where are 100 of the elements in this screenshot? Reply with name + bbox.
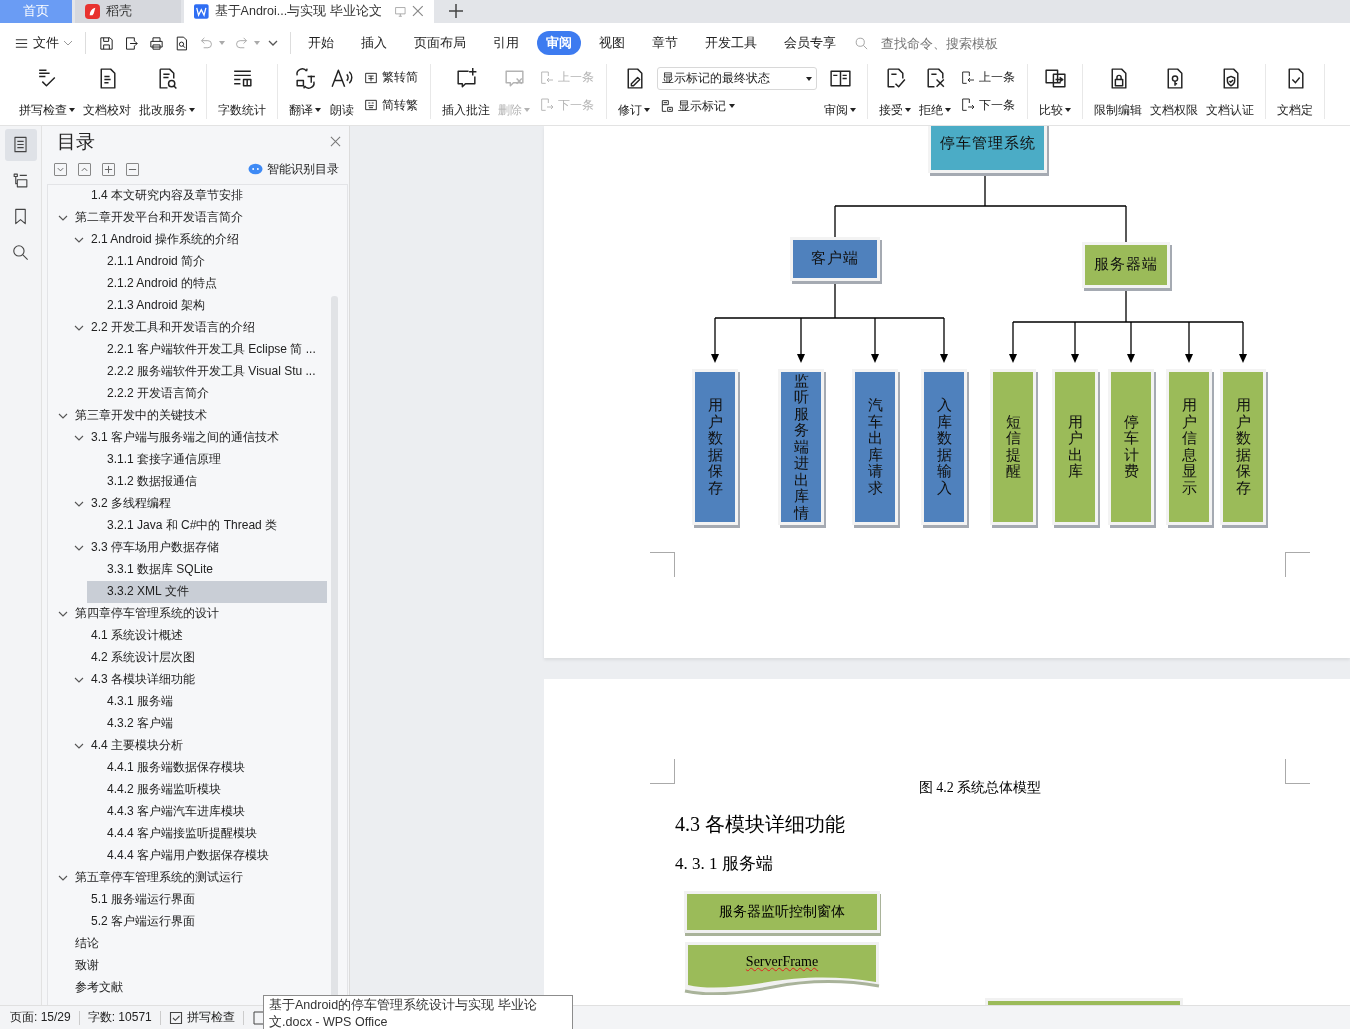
toc-item[interactable]: 3.1.2 数据报通信	[87, 470, 327, 493]
toc-item[interactable]: 3.3.1 数据库 SQLite	[87, 558, 327, 581]
ribbon-button[interactable]: 文档校对	[79, 63, 135, 119]
toc-item[interactable]: 5.1 服务端运行界面	[71, 888, 327, 911]
chevron-icon[interactable]	[74, 323, 84, 332]
toc-item[interactable]: 3.2 多线程编程	[71, 492, 327, 515]
close-icon[interactable]	[330, 136, 341, 148]
table-of-contents-icon	[11, 135, 30, 155]
toc-item[interactable]: 3.1.1 套接字通信原理	[87, 448, 327, 471]
sidebar-tool[interactable]	[4, 128, 37, 161]
toc-item[interactable]: 4.3 各模块详细功能	[71, 668, 327, 691]
ribbon-button[interactable]: 翻译	[285, 63, 325, 119]
ribbon-button[interactable]: 插入批注	[438, 63, 494, 119]
toc-item[interactable]: 4.4.3 客户端汽车进库模块	[87, 800, 327, 823]
close-icon[interactable]	[412, 5, 424, 18]
search-field[interactable]: 查找命令、搜索模板	[879, 34, 1033, 52]
toc-item[interactable]: 4.4.4 客户端接监听提醒模块	[87, 822, 327, 845]
ribbon-tab[interactable]: 审阅	[537, 31, 581, 56]
toc-item[interactable]: 4.4.4 客户端用户数据保存模块	[87, 844, 327, 867]
add-level-icon	[104, 164, 113, 174]
toc-item[interactable]: 2.1.3 Android 架构	[87, 294, 327, 317]
file-menu[interactable]: 文件	[10, 31, 77, 56]
diagram-node: 用户数据保存	[1220, 368, 1266, 525]
add-level-button[interactable]	[102, 162, 115, 176]
ribbon-button[interactable]: 修订	[614, 63, 654, 119]
toc-item[interactable]: 2.2.2 开发语言简介	[87, 382, 327, 405]
ribbon-tab[interactable]: 视图	[590, 31, 634, 56]
ribbon-button[interactable]: 简转繁	[361, 95, 420, 115]
browser-tab[interactable]: 基于Androi...与实现 毕业论文	[184, 0, 434, 23]
toc-item[interactable]: 致谢	[55, 954, 327, 977]
toc-item[interactable]: 4.3.2 客户端	[87, 712, 327, 735]
spell-check-toggle[interactable]: 拼写检查	[168, 1009, 235, 1026]
ribbon-button[interactable]: 比较	[1035, 63, 1075, 119]
ribbon-tab[interactable]: 开始	[299, 31, 343, 56]
next-icon	[539, 97, 555, 114]
ribbon-button[interactable]: 朗读	[325, 63, 358, 119]
toc-item[interactable]: 4.4 主要模块分析	[71, 734, 327, 757]
ribbon-tab[interactable]: 页面布局	[405, 31, 475, 56]
chevron-icon[interactable]	[74, 235, 84, 244]
ribbon-button[interactable]: 文档权限	[1146, 63, 1202, 119]
toc-item[interactable]: 第五章停车管理系统的测试运行	[55, 866, 327, 889]
ribbon-button[interactable]: 字数统计	[214, 63, 270, 119]
ribbon-button[interactable]: 限制编辑	[1090, 63, 1146, 119]
toc-item[interactable]: 4.4.1 服务端数据保存模块	[87, 756, 327, 779]
arrow	[940, 317, 948, 363]
toc-item[interactable]: 2.1.1 Android 简介	[87, 250, 327, 273]
toc-item[interactable]: 2.1.2 Android 的特点	[87, 272, 327, 295]
browser-tab[interactable]: 稻壳	[75, 0, 181, 23]
chevron-icon[interactable]	[58, 609, 68, 618]
collapse-button[interactable]	[54, 162, 67, 176]
toc-item[interactable]: 3.1 客户端与服务端之间的通信技术	[71, 426, 327, 449]
chevron-icon[interactable]	[58, 411, 68, 420]
smart-toc-button[interactable]: 智能识别目录	[248, 160, 339, 178]
toc-item[interactable]: 参考文献	[55, 976, 327, 999]
toc-item[interactable]: 3.3 停车场用户数据存储	[71, 536, 327, 559]
ribbon-button[interactable]: 文档定	[1273, 63, 1317, 119]
chevron-icon[interactable]	[74, 741, 84, 750]
ribbon-button[interactable]: 批改服务	[135, 63, 199, 119]
toc-item[interactable]: 2.2 开发工具和开发语言的介绍	[71, 316, 327, 339]
toc-item[interactable]: 4.4.2 服务端监听模块	[87, 778, 327, 801]
caret-icon	[905, 108, 911, 113]
toc-item[interactable]: 2.2.1 客户端软件开发工具 Eclipse 简 ...	[87, 338, 327, 361]
toc-item[interactable]: 4.3.1 服务端	[87, 690, 327, 713]
toc-item[interactable]: 4.2 系统设计层次图	[71, 646, 327, 669]
toc-item[interactable]: 3.2.1 Java 和 C#中的 Thread 类	[87, 514, 327, 537]
ribbon-button[interactable]: 审阅	[820, 63, 860, 119]
toc-item[interactable]: 第三章开发中的关键技术	[55, 404, 327, 427]
toc-item[interactable]: 2.2.2 服务端软件开发工具 Visual Stu ...	[87, 360, 327, 383]
diagram-node: 短信提醒	[990, 368, 1036, 525]
ribbon-button[interactable]: 繁转简	[361, 68, 420, 88]
expand-button[interactable]	[78, 162, 91, 176]
toc-item[interactable]: 4.1 系统设计概述	[71, 624, 327, 647]
toc-item[interactable]: 3.3.2 XML 文件	[87, 580, 327, 603]
toc-item[interactable]: 2.1 Android 操作系统的介绍	[71, 228, 327, 251]
ribbon-button[interactable]: 拼写检查	[15, 63, 79, 119]
ribbon-tab[interactable]: 引用	[484, 31, 528, 56]
chevron-icon[interactable]	[74, 675, 84, 684]
ribbon-button[interactable]: 下一条	[958, 95, 1017, 115]
ribbon-button[interactable]: 文档认证	[1202, 63, 1258, 119]
ribbon-tab[interactable]: 会员专享	[775, 31, 845, 56]
export-icon	[123, 34, 140, 52]
ribbon-button[interactable]: 上一条	[958, 68, 1017, 88]
ribbon-tab[interactable]: 开发工具	[696, 31, 766, 56]
ribbon-button[interactable]: 拒绝	[915, 63, 955, 119]
toc-item[interactable]: 第四章停车管理系统的设计	[55, 602, 327, 625]
chevron-icon[interactable]	[58, 213, 68, 222]
toc-item[interactable]: 结论	[55, 932, 327, 955]
chevron-icon[interactable]	[58, 873, 68, 882]
ribbon-button[interactable]: 显示标记	[657, 96, 817, 116]
chevron-icon[interactable]	[74, 543, 84, 552]
toc-item[interactable]: 1.4 本文研究内容及章节安排	[71, 184, 327, 207]
toc-item[interactable]: 第二章开发平台和开发语言简介	[55, 206, 327, 229]
ribbon-tab[interactable]: 插入	[352, 31, 396, 56]
chevron-icon[interactable]	[74, 433, 84, 442]
dropdown-field[interactable]: 显示标记的最终状态	[657, 67, 817, 91]
ribbon-tab[interactable]: 章节	[643, 31, 687, 56]
ribbon-button[interactable]: 接受	[875, 63, 915, 119]
remove-level-button[interactable]	[126, 162, 139, 176]
chevron-icon[interactable]	[74, 499, 84, 508]
toc-item[interactable]: 5.2 客户端运行界面	[71, 910, 327, 933]
